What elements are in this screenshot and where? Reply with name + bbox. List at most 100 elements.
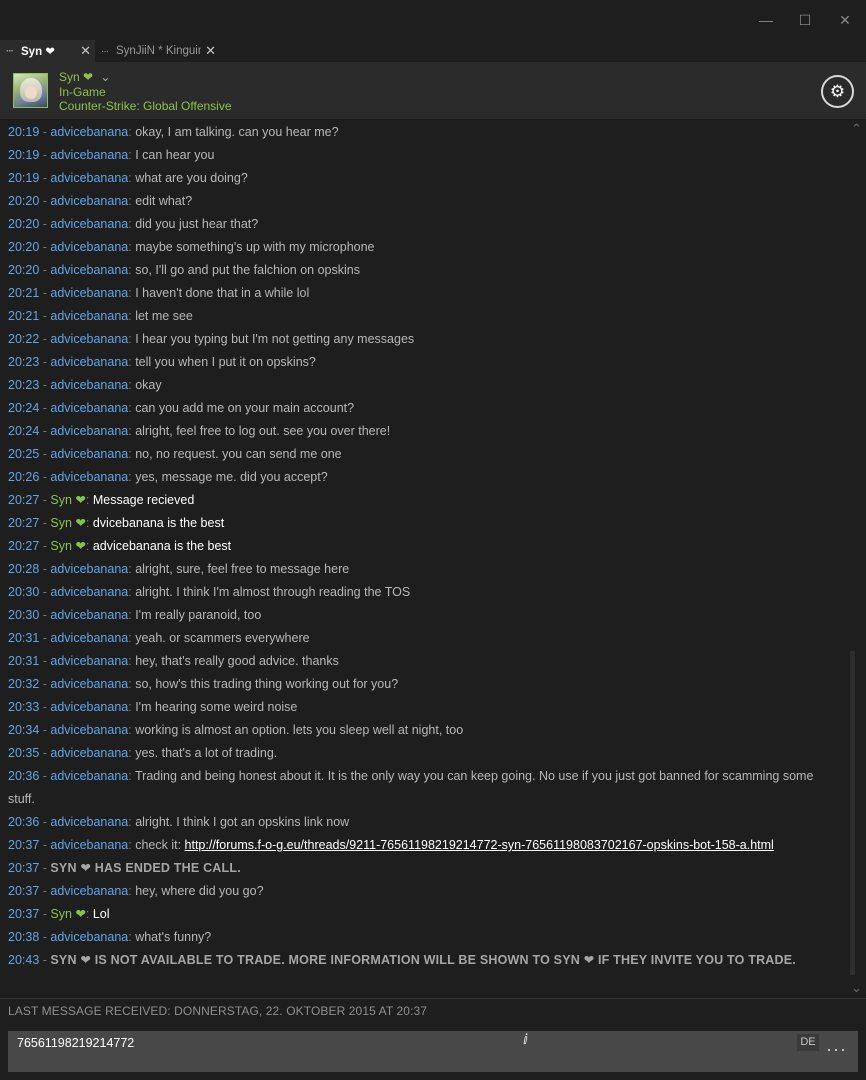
tab-synjiin-kinguin[interactable]: ··· SynJiiN * Kinguin ✕ [95, 40, 220, 62]
message-author[interactable]: advicebanana [50, 148, 128, 162]
message-time: 20:21 [8, 286, 40, 300]
message-separator: - [39, 608, 51, 622]
message-author[interactable]: Syn ❤ [50, 539, 86, 553]
chat-message: 20:35 - advicebanana: yes. that's a lot … [8, 742, 840, 765]
gear-icon[interactable]: ⚙ [821, 75, 854, 108]
scroll-down-icon[interactable]: ⌄ [851, 980, 862, 996]
message-separator: - [39, 240, 51, 254]
message-author[interactable]: advicebanana [50, 608, 128, 622]
message-separator: - [39, 125, 51, 139]
message-separator: - [39, 746, 51, 760]
message-author[interactable]: advicebanana [50, 447, 128, 461]
chat-message: 20:27 - Syn ❤: advicebanana is the best [8, 535, 840, 558]
message-author[interactable]: Syn ❤ [50, 907, 86, 921]
message-author[interactable]: advicebanana [50, 332, 128, 346]
message-author[interactable]: advicebanana [50, 769, 128, 783]
message-author[interactable]: advicebanana [50, 286, 128, 300]
close-icon[interactable]: ✕ [833, 10, 857, 30]
message-time: 20:20 [8, 263, 40, 277]
tab-grip-icon[interactable]: ··· [101, 46, 109, 57]
scroll-thumb[interactable] [850, 651, 855, 975]
tab-label[interactable]: Syn ❤ [21, 44, 76, 58]
tab-grip-icon[interactable]: ··· [6, 46, 14, 57]
friend-name-row[interactable]: Syn ❤ ⌄ [59, 70, 110, 84]
message-text: SYN ❤ HAS ENDED THE CALL. [50, 861, 241, 875]
message-time: 20:31 [8, 654, 40, 668]
message-author[interactable]: advicebanana [50, 631, 128, 645]
message-time: 20:23 [8, 378, 40, 392]
message-text: alright, feel free to log out. see you o… [135, 424, 391, 438]
message-author[interactable]: Syn ❤ [50, 493, 86, 507]
message-author[interactable]: advicebanana [50, 401, 128, 415]
more-options-icon[interactable]: ··· [826, 1039, 847, 1060]
chat-message: 20:27 - Syn ❤: Message recieved [8, 489, 840, 512]
message-separator: - [39, 861, 51, 875]
message-author[interactable]: advicebanana [50, 677, 128, 691]
message-author[interactable]: advicebanana [50, 424, 128, 438]
chat-message: 20:37 - advicebanana: check it: http://f… [8, 834, 840, 857]
language-indicator[interactable]: DE [797, 1034, 819, 1051]
chevron-down-icon[interactable]: ⌄ [100, 70, 110, 84]
message-link[interactable]: http://forums.f-o-g.eu/threads/9211-7656… [185, 838, 774, 852]
message-text: I'm really paranoid, too [135, 608, 262, 622]
message-author[interactable]: advicebanana [50, 700, 128, 714]
tab-syn[interactable]: ··· Syn ❤ ✕ [0, 40, 95, 62]
message-separator: - [39, 562, 51, 576]
chat-message: 20:19 - advicebanana: okay, I am talking… [8, 121, 840, 144]
message-input[interactable]: 76561198219214772 ⅈ DE ··· [8, 1031, 858, 1072]
scroll-up-icon[interactable]: ⌃ [851, 121, 862, 137]
message-separator: - [39, 539, 51, 553]
message-text: so, how's this trading thing working out… [135, 677, 399, 691]
chat-scrollbar[interactable]: ⌃ ⌄ [848, 121, 866, 998]
message-author[interactable]: advicebanana [50, 930, 128, 944]
chat-message: 20:33 - advicebanana: I'm hearing some w… [8, 696, 840, 719]
maximize-icon[interactable]: ☐ [793, 10, 817, 30]
message-author[interactable]: advicebanana [50, 217, 128, 231]
footer-divider [0, 998, 866, 999]
message-author[interactable]: advicebanana [50, 194, 128, 208]
message-time: 20:22 [8, 332, 40, 346]
message-author[interactable]: advicebanana [50, 884, 128, 898]
message-author[interactable]: advicebanana [50, 263, 128, 277]
message-author[interactable]: advicebanana [50, 309, 128, 323]
message-author[interactable]: advicebanana [50, 171, 128, 185]
message-author[interactable]: advicebanana [50, 585, 128, 599]
message-text: no, no request. you can send me one [135, 447, 342, 461]
tab-label[interactable]: SynJiiN * Kinguin [116, 45, 201, 57]
message-time: 20:24 [8, 424, 40, 438]
message-author[interactable]: advicebanana [50, 470, 128, 484]
message-author[interactable]: advicebanana [50, 378, 128, 392]
text-cursor-icon: ⅈ [523, 1031, 528, 1047]
message-time: 20:38 [8, 930, 40, 944]
message-separator: - [39, 700, 51, 714]
minimize-icon[interactable]: — [754, 10, 778, 30]
message-author[interactable]: advicebanana [50, 355, 128, 369]
message-time: 20:26 [8, 470, 40, 484]
tab-close-icon[interactable]: ✕ [205, 43, 216, 59]
message-text: working is almost an option. lets you sl… [135, 723, 464, 737]
message-author[interactable]: advicebanana [50, 746, 128, 760]
message-text: alright. I think I got an opskins link n… [135, 815, 350, 829]
message-input-value[interactable]: 76561198219214772 [17, 1036, 134, 1050]
message-author[interactable]: advicebanana [50, 240, 128, 254]
message-author[interactable]: advicebanana [50, 838, 128, 852]
message-time: 20:31 [8, 631, 40, 645]
message-author[interactable]: advicebanana [50, 654, 128, 668]
tab-close-icon[interactable]: ✕ [80, 43, 91, 59]
message-author[interactable]: advicebanana [50, 562, 128, 576]
message-separator: - [39, 194, 51, 208]
message-separator: - [39, 286, 51, 300]
message-text: Message recieved [92, 493, 195, 507]
message-separator: - [39, 930, 51, 944]
message-text: check it: [135, 838, 185, 852]
message-separator: - [39, 516, 51, 530]
message-author[interactable]: advicebanana [50, 125, 128, 139]
message-author[interactable]: advicebanana [50, 723, 128, 737]
message-time: 20:36 [8, 769, 40, 783]
message-author[interactable]: advicebanana [50, 815, 128, 829]
chat-message: 20:19 - advicebanana: what are you doing… [8, 167, 840, 190]
message-time: 20:20 [8, 194, 40, 208]
avatar[interactable] [13, 73, 48, 108]
message-text: I can hear you [135, 148, 215, 162]
message-author[interactable]: Syn ❤ [50, 516, 86, 530]
